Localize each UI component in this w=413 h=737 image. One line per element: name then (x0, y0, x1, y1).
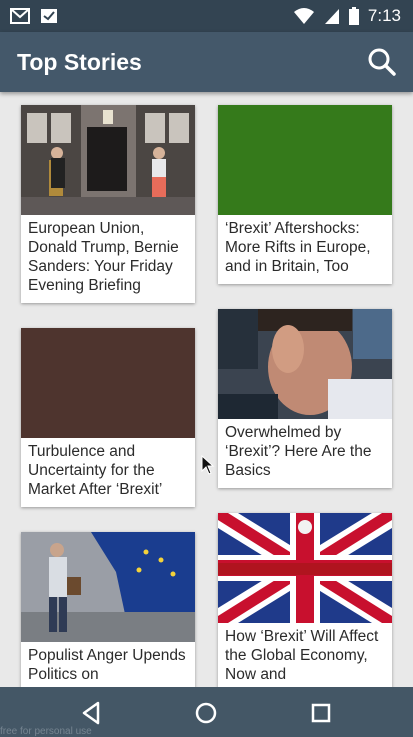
story-title: Populist Anger Upends Politics on (28, 647, 186, 683)
navigation-bar: free for personal use (0, 687, 413, 737)
wifi-icon (293, 8, 314, 24)
recents-icon[interactable] (308, 700, 334, 726)
app-bar: Top Stories (0, 32, 413, 92)
status-bar: 7:13 (0, 0, 413, 32)
story-card[interactable]: Overwhelmed by ‘Brexit’? Here Are the Ba… (218, 309, 392, 488)
home-icon[interactable] (193, 700, 219, 726)
mouse-pointer-icon (201, 455, 215, 475)
system-icons: 7:13 (293, 6, 401, 26)
story-image (218, 513, 392, 623)
gmail-icon (10, 8, 30, 24)
search-icon[interactable] (367, 47, 397, 77)
story-image (21, 105, 195, 215)
story-image (218, 105, 392, 215)
battery-icon (348, 7, 359, 25)
story-card[interactable]: European Union, Donald Trump, Bernie San… (21, 105, 195, 303)
watermark-text: free for personal use (0, 726, 92, 737)
story-title: How ‘Brexit’ Will Affect the Global Econ… (225, 628, 379, 683)
inbox-icon (41, 9, 57, 23)
story-title: Turbulence and Uncertainty for the Marke… (28, 443, 163, 498)
story-card[interactable]: ‘Brexit’ Aftershocks: More Rifts in Euro… (218, 105, 392, 284)
story-title: Overwhelmed by ‘Brexit’? Here Are the Ba… (225, 424, 372, 479)
back-icon[interactable] (78, 700, 104, 726)
signal-icon (324, 9, 339, 24)
clock: 7:13 (367, 6, 401, 25)
story-image (218, 309, 392, 419)
story-grid[interactable]: European Union, Donald Trump, Bernie San… (0, 92, 413, 687)
story-card[interactable]: Populist Anger Upends Politics on (21, 532, 195, 687)
page-title: Top Stories (17, 49, 142, 75)
story-title: European Union, Donald Trump, Bernie San… (28, 220, 179, 294)
story-image (21, 532, 195, 642)
story-card[interactable]: How ‘Brexit’ Will Affect the Global Econ… (218, 513, 392, 687)
notification-icons (10, 8, 58, 24)
story-card[interactable]: Turbulence and Uncertainty for the Marke… (21, 328, 195, 507)
story-title: ‘Brexit’ Aftershocks: More Rifts in Euro… (225, 220, 371, 275)
story-image (21, 328, 195, 438)
